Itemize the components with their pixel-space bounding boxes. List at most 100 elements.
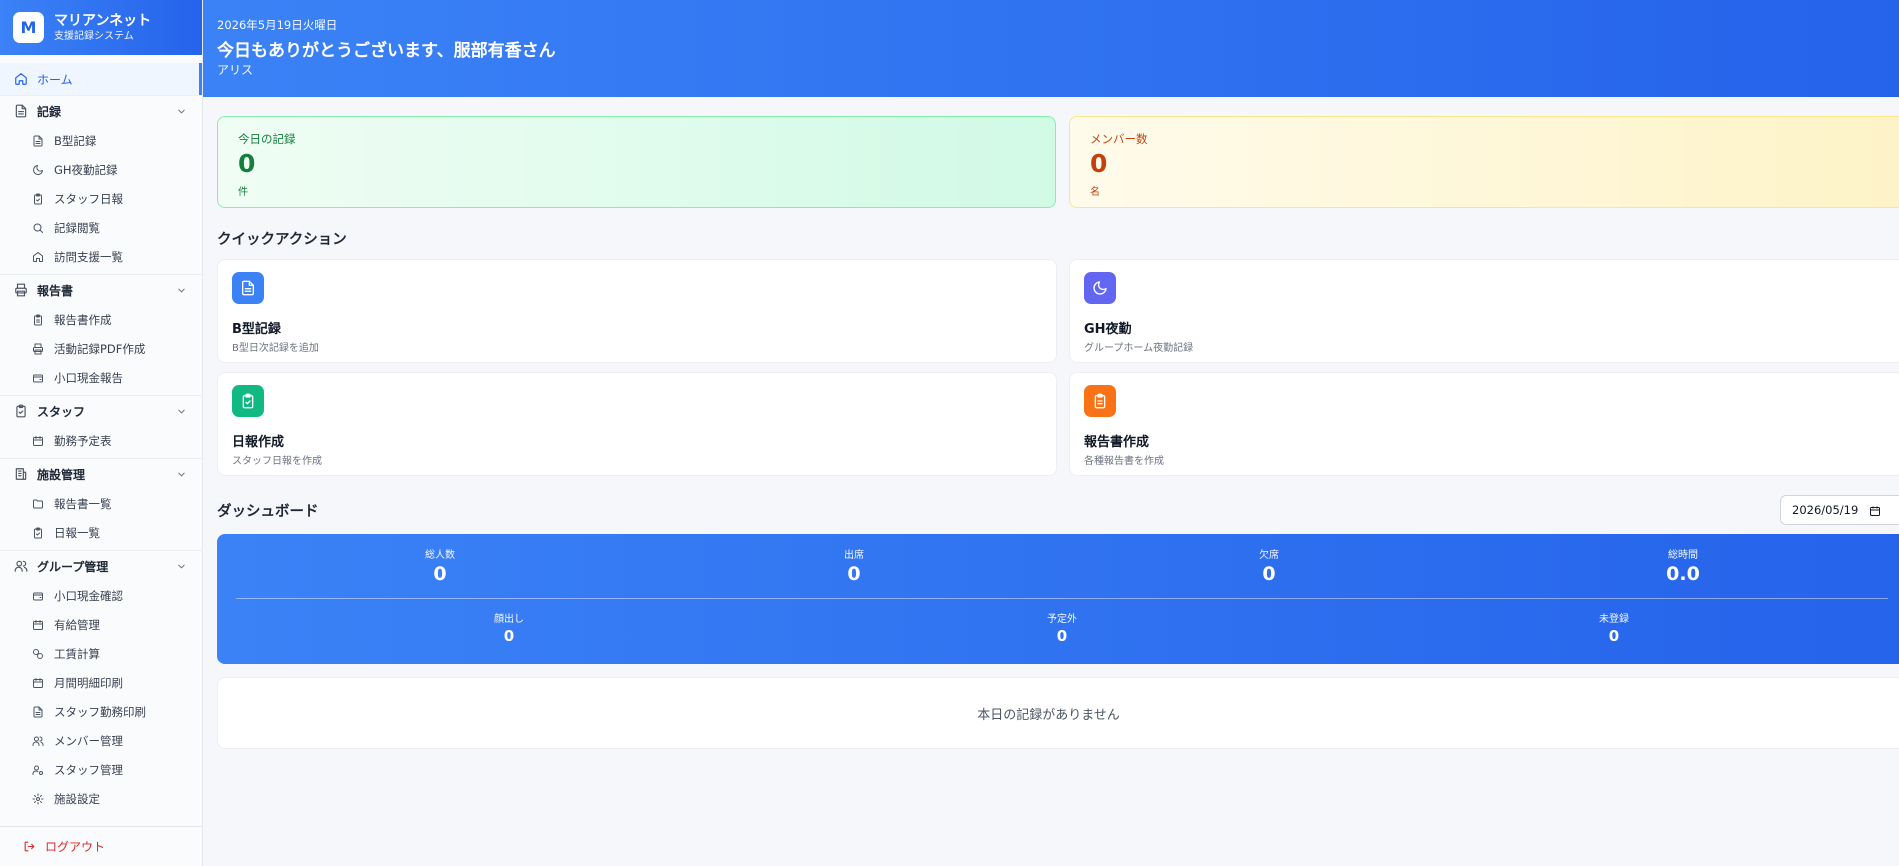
quick-action-b-record[interactable]: B型記録 B型日次記録を追加 [217, 259, 1057, 363]
sidebar-item-label: 日報一覧 [54, 525, 100, 540]
clipboard-icon [34, 314, 42, 325]
sidebar-item-member-mgmt[interactable]: メンバー管理 [0, 726, 202, 755]
quick-action-title: B型記録 [232, 322, 281, 337]
sidebar-item-label: ホーム [37, 72, 73, 87]
sidebar-item-b-records[interactable]: B型記録 [0, 126, 202, 155]
quick-action-icon-box [1084, 272, 1116, 304]
quick-action-gh-night[interactable]: GH夜勤 グループホーム夜勤記録 [1069, 259, 1899, 363]
empty-records-panel: 本日の記録がありません [217, 677, 1899, 749]
quick-actions-title: クイックアクション [217, 232, 347, 248]
quick-action-icon-box [1084, 385, 1116, 417]
brand-subtitle: 支援記録システム [54, 30, 134, 42]
quick-action-title: GH夜勤 [1084, 322, 1132, 337]
sidebar-item-activity-pdf[interactable]: 活動記録PDF作成 [0, 334, 202, 363]
sidebar-item-wage-calc[interactable]: 工賃計算 [0, 639, 202, 668]
calendar-icon [33, 619, 43, 630]
sidebar-item-label: スタッフ勤務印刷 [54, 704, 146, 719]
chevron-down-icon [178, 472, 185, 477]
stat-unit: 件 [238, 187, 248, 198]
sidebar-item-staff-daily[interactable]: スタッフ日報 [0, 184, 202, 213]
quick-action-desc: B型日次記録を追加 [232, 343, 319, 354]
clipboard-check-icon [34, 527, 42, 538]
sidebar-item-gh-night[interactable]: GH夜勤記録 [0, 155, 202, 184]
sidebar-item-label: メンバー管理 [54, 733, 123, 748]
chevron-down-icon [178, 564, 185, 569]
calendar-icon [33, 435, 43, 446]
sidebar-item-staff-mgmt[interactable]: スタッフ管理 [0, 755, 202, 784]
quick-action-title: 日報作成 [232, 435, 285, 450]
file-text-icon [15, 104, 27, 118]
sidebar-item-petty-cash-report[interactable]: 小口現金報告 [0, 363, 202, 392]
sidebar-item-label: 報告書一覧 [54, 496, 112, 511]
dash-stat-hours: 総時間 0.0 [1583, 546, 1783, 585]
brand-header: M マリアンネット 支援記録システム [0, 0, 202, 55]
dash-stat-label: 顔出し [494, 614, 524, 625]
sidebar-item-home[interactable]: ホーム [0, 63, 202, 95]
sidebar-nav: ホーム 記録 B型記録 GH夜勤記録 スタッフ日報 記録閲覧 訪問支援一覧 報告… [0, 63, 202, 813]
sidebar-item-label: 施設設定 [54, 791, 100, 806]
sidebar-section-reports[interactable]: 報告書 [0, 274, 202, 305]
logout-button[interactable]: ログアウト [0, 826, 202, 866]
moon-icon [33, 164, 43, 175]
file-text-icon [33, 706, 43, 717]
facility-name: アリス [217, 63, 254, 77]
quick-action-desc: グループホーム夜勤記録 [1084, 343, 1194, 354]
dash-stat-unregistered: 未登録 0 [1514, 610, 1714, 645]
brand-text: マリアンネット 支援記録システム [54, 13, 151, 43]
search-icon [33, 223, 43, 233]
logout-icon [24, 841, 35, 852]
quick-action-create-report[interactable]: 報告書作成 各種報告書を作成 [1069, 372, 1899, 476]
quick-action-icon-box [232, 272, 264, 304]
logout-label: ログアウト [45, 840, 106, 854]
stat-value: 0 [1090, 149, 1108, 178]
sidebar-item-record-browse[interactable]: 記録閲覧 [0, 213, 202, 242]
dash-stat-value: 0 [847, 563, 861, 585]
sidebar-section-records[interactable]: 記録 [0, 95, 202, 126]
sidebar-item-label: 小口現金報告 [54, 370, 123, 385]
sidebar-item-label: スタッフ日報 [54, 191, 123, 206]
dash-stat-value: 0 [1056, 627, 1068, 645]
sidebar-item-create-report[interactable]: 報告書作成 [0, 305, 202, 334]
gear-icon [32, 793, 44, 804]
dash-stat-value: 0 [433, 563, 447, 585]
quick-action-title: 報告書作成 [1084, 435, 1150, 450]
sidebar-item-report-list[interactable]: 報告書一覧 [0, 489, 202, 518]
quick-action-desc: 各種報告書を作成 [1084, 456, 1164, 467]
sidebar-item-label: 報告書作成 [54, 312, 112, 327]
quick-action-daily-report[interactable]: 日報作成 スタッフ日報を作成 [217, 372, 1057, 476]
sidebar-section-facility[interactable]: 施設管理 [0, 458, 202, 489]
dash-stat-value: 0.0 [1666, 563, 1700, 585]
sidebar-section-group[interactable]: グループ管理 [0, 550, 202, 581]
dash-stat-total: 総人数 0 [340, 546, 540, 585]
sidebar-item-daily-list[interactable]: 日報一覧 [0, 518, 202, 547]
sidebar: M マリアンネット 支援記録システム ホーム 記録 B型記録 GH夜勤記録 スタ… [0, 0, 203, 866]
page-header: 2026年5月19日火曜日 今日もありがとうございます、服部有香さん アリス [203, 0, 1899, 97]
sidebar-section-label: 記録 [37, 104, 62, 119]
sidebar-item-petty-cash-check[interactable]: 小口現金確認 [0, 581, 202, 610]
sidebar-item-label: 訪問支援一覧 [54, 249, 123, 264]
header-date: 2026年5月19日火曜日 [217, 18, 338, 32]
sidebar-item-monthly-print[interactable]: 月間明細印刷 [0, 668, 202, 697]
clipboard-check-icon [242, 393, 254, 409]
sidebar-item-shift-schedule[interactable]: 勤務予定表 [0, 426, 202, 455]
clipboard-check-icon [34, 193, 42, 204]
quick-action-desc: スタッフ日報を作成 [232, 456, 322, 467]
dash-stat-value: 0 [1262, 563, 1276, 585]
dash-stat-absent: 欠席 0 [1169, 546, 1369, 585]
file-text-icon [242, 280, 254, 296]
sidebar-item-label: 月間明細印刷 [54, 675, 123, 690]
coins-icon [33, 648, 43, 659]
calendar-icon [33, 677, 43, 688]
dashboard-date-input[interactable]: 2026/05/19 [1780, 495, 1899, 525]
sidebar-item-staff-shift-print[interactable]: スタッフ勤務印刷 [0, 697, 202, 726]
sidebar-item-paid-leave[interactable]: 有給管理 [0, 610, 202, 639]
sidebar-item-facility-settings[interactable]: 施設設定 [0, 784, 202, 813]
sidebar-section-staff[interactable]: スタッフ [0, 395, 202, 426]
sidebar-item-visit-support[interactable]: 訪問支援一覧 [0, 242, 202, 271]
stat-label: 今日の記録 [238, 132, 296, 146]
printer-icon [15, 283, 27, 297]
folder-icon [33, 499, 43, 508]
sidebar-section-label: 報告書 [37, 283, 74, 298]
clipboard-check-icon [16, 404, 26, 418]
clipboard-icon [1094, 393, 1106, 409]
